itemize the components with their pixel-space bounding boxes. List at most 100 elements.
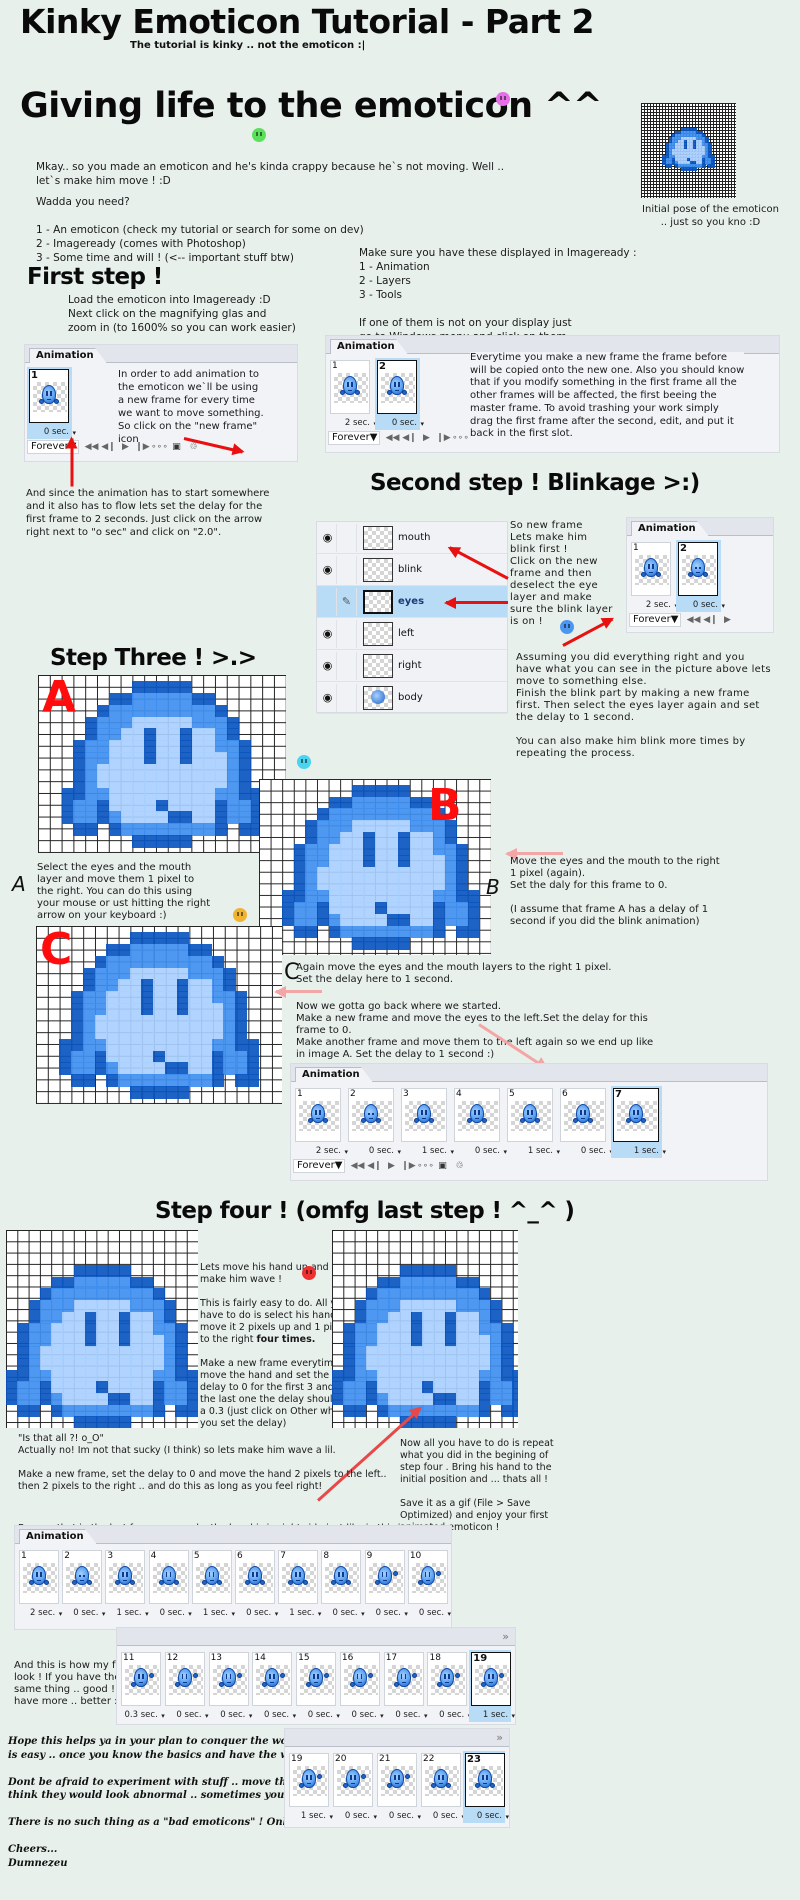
frame-delay-dropdown[interactable]: 1 sec.	[634, 1146, 659, 1156]
frame-delay-dropdown[interactable]: 0 sec.	[44, 427, 69, 437]
frame-delay-dropdown[interactable]: 2 sec.	[30, 1608, 55, 1618]
frame-delay-dropdown[interactable]: 0 sec.	[419, 1608, 444, 1618]
eye-icon[interactable]: ◉	[319, 555, 337, 584]
frame-delay-dropdown[interactable]: 0 sec.	[376, 1608, 401, 1618]
animation-frame[interactable]: 12 sec.▾	[293, 1086, 348, 1158]
frame-delay-dropdown[interactable]: 0 sec.	[176, 1710, 201, 1720]
play-icon[interactable]: ▶	[418, 433, 435, 443]
chevron-down-icon[interactable]: ▾	[505, 1813, 509, 1821]
layer-link-toggle[interactable]	[337, 523, 357, 552]
frame-delay-dropdown[interactable]: 1 sec.	[301, 1811, 326, 1821]
frame-delay-dropdown[interactable]: 1 sec.	[116, 1608, 141, 1618]
animation-frame[interactable]: 21 0 sec. ▾	[375, 1751, 421, 1823]
layer-link-toggle[interactable]	[337, 555, 357, 584]
chevron-down-icon[interactable]: ▾	[512, 1712, 516, 1720]
layer-row[interactable]: ◉ mouth	[317, 522, 507, 554]
play-icon[interactable]: ▶	[719, 615, 736, 625]
loop-dropdown[interactable]: Forever▼	[328, 431, 380, 445]
animation-tab[interactable]: Animation	[29, 348, 107, 363]
animation-tab[interactable]: Animation	[295, 1067, 373, 1082]
prev-frame-icon[interactable]: ◀❙	[401, 433, 418, 443]
frame-delay-dropdown[interactable]: 0 sec.	[352, 1710, 377, 1720]
animation-frame[interactable]: 15 0 sec. ▾	[294, 1650, 340, 1722]
chevron-down-icon[interactable]: ▾	[420, 420, 424, 428]
prev-frame-icon[interactable]: ◀❙	[702, 615, 719, 625]
eye-icon[interactable]: ◉	[319, 683, 337, 712]
animation-frame[interactable]: 12 0 sec. ▾	[163, 1650, 209, 1722]
loop-dropdown[interactable]: Forever▼	[629, 613, 681, 627]
frame-delay-dropdown[interactable]: 2 sec.	[345, 418, 370, 428]
animation-frame[interactable]: 51 sec. ▾	[505, 1086, 560, 1158]
first-frame-icon[interactable]: ◀◀	[349, 1161, 366, 1171]
layer-link-toggle[interactable]	[337, 619, 357, 648]
animation-frame[interactable]: 80 sec. ▾	[319, 1548, 365, 1620]
frame-delay-dropdown[interactable]: 0 sec.	[345, 1811, 370, 1821]
animation-frame[interactable]: 20 sec. ▾	[676, 540, 725, 612]
frame-delay-dropdown[interactable]: 1 sec.	[483, 1710, 508, 1720]
new-frame-icon[interactable]: ▣	[434, 1161, 451, 1171]
panel-menu-icon[interactable]: »	[496, 1731, 503, 1744]
frame-delay-dropdown[interactable]: 0 sec.	[395, 1710, 420, 1720]
animation-frame[interactable]: 10 sec. ▾	[27, 367, 76, 439]
tween-icon[interactable]: ∘∘∘	[452, 433, 469, 443]
prev-frame-icon[interactable]: ◀❙	[366, 1161, 383, 1171]
animation-frame[interactable]: 10 0 sec. ▾	[406, 1548, 451, 1620]
frame-delay-dropdown[interactable]: 0 sec.	[246, 1608, 271, 1618]
panel-menu-icon[interactable]: »	[502, 1630, 509, 1643]
eye-icon[interactable]: ◉	[319, 523, 337, 552]
frame-delay-dropdown[interactable]: 0 sec.	[392, 418, 417, 428]
frame-delay-dropdown[interactable]: 1 sec.	[289, 1608, 314, 1618]
animation-frame[interactable]: 60 sec.▾	[558, 1086, 613, 1158]
eye-icon[interactable]: ◉	[319, 651, 337, 680]
eye-icon[interactable]: ◉	[319, 619, 337, 648]
animation-frame[interactable]: 20 0 sec. ▾	[331, 1751, 377, 1823]
frame-delay-dropdown[interactable]: 1 sec.	[203, 1608, 228, 1618]
next-frame-icon[interactable]: ❙▶	[435, 433, 452, 443]
tween-icon[interactable]: ∘∘∘	[417, 1161, 434, 1171]
frame-delay-dropdown[interactable]: 0 sec.	[160, 1608, 185, 1618]
layer-row[interactable]: ◉ blink	[317, 554, 507, 586]
frame-delay-dropdown[interactable]: 0 sec.	[73, 1608, 98, 1618]
visibility-toggle[interactable]	[319, 587, 337, 616]
layer-row[interactable]: ◉ body	[317, 682, 507, 714]
animation-frame[interactable]: 20 sec. ▾	[375, 358, 424, 430]
animation-frame[interactable]: 40 sec. ▾	[147, 1548, 192, 1620]
animation-tab[interactable]: Animation	[631, 521, 709, 536]
next-frame-icon[interactable]: ❙▶	[400, 1161, 417, 1171]
animation-frame[interactable]: 20 sec. ▾	[60, 1548, 105, 1620]
layer-link-toggle[interactable]	[337, 683, 357, 712]
layer-link-toggle[interactable]	[337, 651, 357, 680]
frame-delay-dropdown[interactable]: 0 sec.	[332, 1608, 357, 1618]
animation-frame[interactable]: 12 sec.▾	[629, 540, 678, 612]
frame-delay-dropdown[interactable]: 0.3 sec.	[125, 1710, 158, 1720]
frame-delay-dropdown[interactable]: 0 sec.	[693, 600, 718, 610]
first-frame-icon[interactable]: ◀◀	[384, 433, 401, 443]
animation-frame[interactable]: 71 sec. ▾	[276, 1548, 321, 1620]
animation-tab[interactable]: Animation	[330, 339, 408, 354]
animation-frame[interactable]: 60 sec.▾	[233, 1548, 278, 1620]
frame-delay-dropdown[interactable]: 2 sec.	[646, 600, 671, 610]
animation-frame[interactable]: 19 1 sec. ▾	[469, 1650, 515, 1722]
first-frame-icon[interactable]: ◀◀	[685, 615, 702, 625]
animation-frame[interactable]: 220 sec.▾	[419, 1751, 465, 1823]
animation-tab[interactable]: Animation	[19, 1529, 97, 1544]
frame-delay-dropdown[interactable]: 0 sec.	[581, 1146, 606, 1156]
chevron-down-icon[interactable]: ▾	[662, 1148, 666, 1156]
chevron-down-icon[interactable]: ▾	[721, 602, 725, 610]
frame-delay-dropdown[interactable]: 0 sec.	[433, 1811, 458, 1821]
animation-frame[interactable]: 71 sec. ▾	[611, 1086, 666, 1158]
animation-frame[interactable]: 31 sec. ▾	[399, 1086, 454, 1158]
animation-frame[interactable]: 20 sec. ▾	[346, 1086, 401, 1158]
chevron-down-icon[interactable]: ▾	[448, 1610, 452, 1618]
brush-icon[interactable]: ✎	[337, 587, 357, 616]
animation-frame[interactable]: 23 0 sec. ▾	[463, 1751, 509, 1823]
frame-delay-dropdown[interactable]: 0 sec.	[308, 1710, 333, 1720]
frame-delay-dropdown[interactable]: 0 sec.	[477, 1811, 502, 1821]
frame-delay-dropdown[interactable]: 0 sec.	[439, 1710, 464, 1720]
frame-delay-dropdown[interactable]: 0 sec.	[220, 1710, 245, 1720]
frame-delay-dropdown[interactable]: 2 sec.	[316, 1146, 341, 1156]
frame-delay-dropdown[interactable]: 0 sec.	[369, 1146, 394, 1156]
loop-dropdown[interactable]: Forever▼	[293, 1159, 345, 1173]
frame-delay-dropdown[interactable]: 1 sec.	[528, 1146, 553, 1156]
frame-delay-dropdown[interactable]: 0 sec.	[389, 1811, 414, 1821]
